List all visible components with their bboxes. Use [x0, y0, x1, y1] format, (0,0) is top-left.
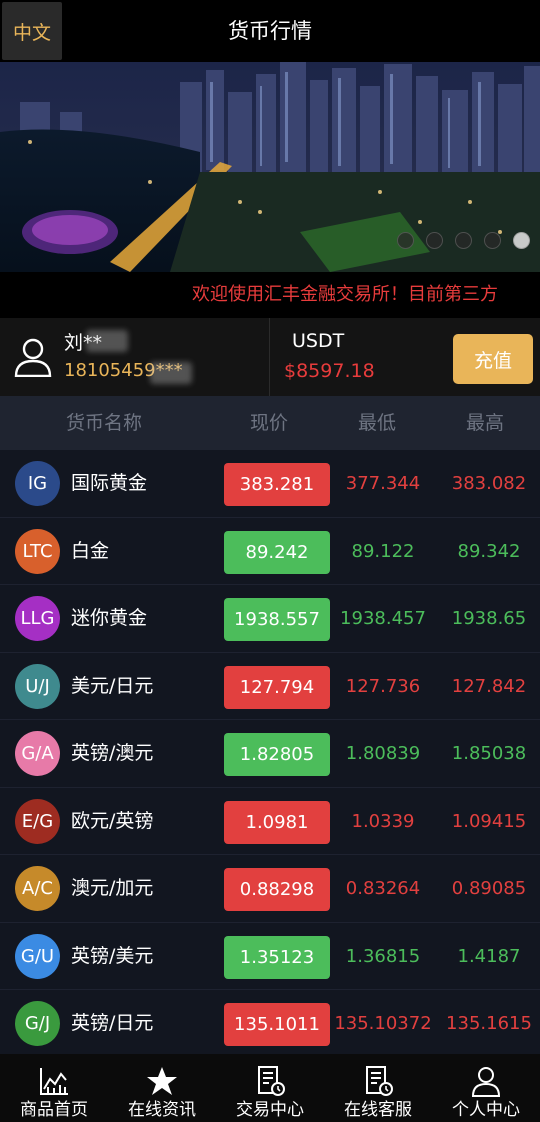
current-price: 127.794: [224, 665, 330, 709]
currency-label: USDT: [292, 330, 345, 352]
market-row[interactable]: U/J 美元/日元 127.794 127.736 127.842: [0, 652, 540, 720]
currency-name: 迷你黄金: [71, 607, 148, 629]
carousel-dot[interactable]: [426, 232, 443, 249]
high-price: 89.342: [457, 540, 521, 562]
nav-label: 个人中心: [452, 1100, 520, 1120]
app-header: 中文 货币行情: [0, 0, 540, 62]
nav-item-news[interactable]: 在线资讯: [108, 1054, 216, 1122]
account-panel: 刘** 18105459*** USDT $8597.18 充值: [0, 318, 540, 396]
bottom-navigation: 商品首页 在线资讯 交易中心 在线客服 个人中心: [0, 1054, 540, 1122]
currency-badge: G/J: [15, 1001, 60, 1046]
market-row[interactable]: G/A 英镑/澳元 1.82805 1.80839 1.85038: [0, 720, 540, 788]
market-row[interactable]: LTC 白金 89.242 89.122 89.342: [0, 517, 540, 585]
col-low-header: 最低: [358, 412, 397, 434]
high-price: 383.082: [451, 473, 527, 494]
user-avatar-icon: [14, 338, 52, 377]
currency-name: 英镑/澳元: [71, 742, 154, 764]
high-price: 1938.65: [451, 608, 527, 629]
carousel-dot[interactable]: [397, 232, 414, 249]
nav-label: 交易中心: [236, 1100, 304, 1120]
currency-badge: A/C: [15, 866, 60, 911]
current-price: 1.82805: [224, 733, 330, 776]
nav-item-service[interactable]: 在线客服: [324, 1054, 432, 1122]
recharge-button[interactable]: 充值: [453, 334, 533, 384]
market-row[interactable]: IG 国际黄金 383.281 377.344 383.082: [0, 450, 540, 518]
col-price-header: 现价: [250, 412, 289, 434]
low-price: 377.344: [345, 473, 421, 494]
current-price: 1.35123: [224, 935, 330, 979]
currency-badge: IG: [15, 461, 60, 506]
market-row[interactable]: LLG 迷你黄金 1938.557 1938.457 1938.65: [0, 585, 540, 653]
current-price: 1938.557: [224, 598, 330, 641]
market-row[interactable]: G/U 英镑/美元 1.35123 1.36815 1.4187: [0, 922, 540, 990]
person-icon: [471, 1067, 501, 1097]
high-price: 1.85038: [451, 743, 527, 764]
high-price: 1.4187: [457, 945, 521, 967]
market-table: IG 国际黄金 383.281 377.344 383.082 LTC 白金 89.242 89…: [0, 450, 540, 1058]
market-table-header: 货币名称 现价 最低 最高: [0, 396, 540, 450]
currency-name: 欧元/英镑: [71, 809, 154, 832]
carousel-dot[interactable]: [455, 232, 472, 249]
currency-name: 英镑/日元: [71, 1012, 154, 1034]
currency-badge: G/A: [15, 731, 60, 776]
current-price: 135.1011: [224, 1003, 330, 1046]
market-row[interactable]: A/C 澳元/加元 0.88298 0.83264 0.89085: [0, 855, 540, 923]
high-price: 135.1615: [446, 1013, 532, 1034]
carousel-dot-active[interactable]: [513, 232, 530, 249]
high-price: 127.842: [451, 675, 527, 697]
star-icon: [147, 1067, 177, 1095]
nav-label: 在线客服: [344, 1100, 412, 1120]
chart-icon: [40, 1068, 68, 1095]
privacy-blur: [86, 330, 128, 352]
nav-item-trade[interactable]: 交易中心: [216, 1054, 324, 1122]
low-price: 1.36815: [345, 945, 421, 967]
currency-name: 澳元/加元: [71, 877, 154, 899]
low-price: 0.83264: [345, 878, 421, 899]
document-clock-icon: [366, 1066, 393, 1096]
currency-badge: LLG: [15, 596, 60, 641]
currency-badge: LTC: [15, 528, 60, 574]
low-price: 89.122: [351, 540, 415, 562]
low-price: 127.736: [345, 675, 421, 697]
market-row[interactable]: G/J 英镑/日元 135.1011 135.10372 135.1615: [0, 990, 540, 1058]
currency-badge: E/G: [15, 798, 60, 844]
banner-carousel[interactable]: [0, 62, 540, 272]
balance-value: $8597.18: [284, 360, 375, 382]
nav-label: 在线资讯: [128, 1100, 196, 1120]
announcement-text: 欢迎使用汇丰金融交易所！目前第三方: [192, 284, 498, 305]
high-price: 0.89085: [451, 878, 527, 899]
nav-label: 商品首页: [20, 1100, 88, 1120]
document-clock-icon: [258, 1066, 285, 1096]
carousel-dot[interactable]: [484, 232, 501, 249]
low-price: 1938.457: [340, 608, 426, 629]
currency-name: 英镑/美元: [71, 944, 154, 967]
user-info: 刘** 18105459***: [0, 318, 270, 396]
current-price: 89.242: [224, 530, 330, 574]
page-title: 货币行情: [228, 19, 312, 43]
language-toggle-button[interactable]: 中文: [2, 2, 62, 60]
nav-item-profile[interactable]: 个人中心: [432, 1054, 540, 1122]
low-price: 135.10372: [334, 1013, 432, 1034]
privacy-blur: [150, 362, 192, 384]
currency-badge: U/J: [15, 663, 60, 709]
col-high-header: 最高: [466, 412, 505, 434]
low-price: 1.80839: [345, 743, 421, 764]
currency-badge: G/U: [15, 933, 60, 979]
currency-name: 国际黄金: [71, 472, 148, 494]
current-price: 1.0981: [224, 800, 330, 844]
low-price: 1.0339: [351, 810, 415, 832]
col-name-header: 货币名称: [66, 412, 143, 434]
carousel-indicators: [397, 232, 530, 249]
announcement-marquee: 欢迎使用汇丰金融交易所！目前第三方: [0, 272, 540, 318]
nav-item-home[interactable]: 商品首页: [0, 1054, 108, 1122]
currency-name: 美元/日元: [71, 674, 154, 697]
high-price: 1.09415: [451, 810, 527, 832]
market-row[interactable]: E/G 欧元/英镑 1.0981 1.0339 1.09415: [0, 787, 540, 855]
current-price: 0.88298: [224, 868, 330, 911]
current-price: 383.281: [224, 463, 330, 506]
currency-name: 白金: [71, 539, 110, 562]
